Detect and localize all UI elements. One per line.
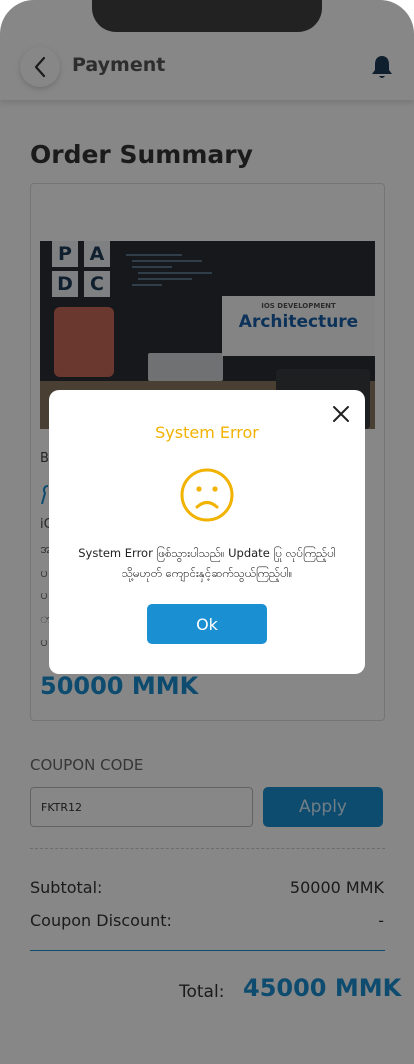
dialog-title: System Error xyxy=(155,423,259,442)
dialog-message-line: သို့မဟုတ် ကျောင်းနှင့်ဆက်သွယ်ကြည့်ပါ။ xyxy=(121,566,293,580)
ok-button[interactable]: Ok xyxy=(147,604,267,644)
dialog-message-line: System Error ဖြစ်သွားပါသည်။ Update ပြု လ… xyxy=(78,546,336,560)
system-error-dialog: System Error System Error ဖြစ်သွားပါသည်။… xyxy=(49,390,365,674)
sad-face-icon xyxy=(180,468,234,522)
dialog-message: System Error ဖြစ်သွားပါသည်။ Update ပြု လ… xyxy=(65,543,349,583)
phone-frame: Payment Order Summary P A D C IOS DEVELO… xyxy=(0,0,414,1064)
device-notch xyxy=(92,0,322,32)
